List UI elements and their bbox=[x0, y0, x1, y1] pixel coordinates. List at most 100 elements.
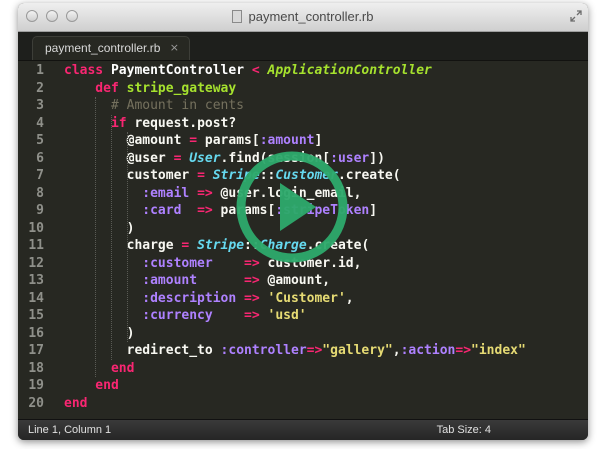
line-number: 13 bbox=[28, 273, 44, 288]
code-token: redirect_to bbox=[64, 343, 221, 358]
line-number: 18 bbox=[28, 360, 44, 376]
line-number-gutter: 1 2 3 4 5 6 7 8 9 10 11 12 13 14 15 16 17 18 19 20 bbox=[18, 61, 54, 420]
code-token: stripe_gateway bbox=[126, 80, 237, 96]
code-token: customer bbox=[64, 168, 198, 183]
code-token: => bbox=[244, 290, 268, 306]
code-token: ] bbox=[314, 133, 323, 148]
code-token: :amount bbox=[64, 273, 245, 288]
status-bar: Line 1, Column 1 Tab Size: 4 bbox=[18, 419, 588, 440]
code-token: :customer bbox=[64, 255, 245, 271]
line-number: 17 bbox=[28, 343, 44, 358]
code-token: => bbox=[306, 343, 323, 358]
tab-label: payment_controller.rb bbox=[45, 41, 161, 55]
line-number: 14 bbox=[28, 290, 44, 306]
fullscreen-icon[interactable] bbox=[570, 10, 582, 22]
code-token: @user bbox=[64, 150, 174, 166]
code-token: end bbox=[64, 378, 119, 393]
code-token: :card bbox=[64, 203, 198, 218]
code-token: ApplicationController bbox=[267, 63, 432, 78]
code-line: redirect_to :controller=>"gallery",:acti… bbox=[64, 342, 526, 360]
code-token: end bbox=[64, 395, 88, 411]
code-token: @amount, bbox=[267, 273, 331, 288]
line-number: 19 bbox=[28, 378, 44, 393]
code-token: = bbox=[189, 133, 205, 148]
code-line: end bbox=[64, 377, 119, 395]
code-line: ) bbox=[64, 325, 135, 343]
code-line: @amount = params[:amount] bbox=[64, 132, 323, 150]
line-number: 20 bbox=[28, 395, 44, 411]
code-token: :action bbox=[400, 343, 456, 358]
line-number: 3 bbox=[36, 98, 44, 113]
indent-guide bbox=[126, 132, 128, 342]
code-line: ) bbox=[64, 220, 135, 238]
code-token: # Amount in cents bbox=[64, 98, 245, 113]
code-token: PaymentController bbox=[110, 63, 252, 78]
code-line: :description => 'Customer', bbox=[64, 290, 354, 308]
code-token: :controller bbox=[220, 343, 307, 358]
code-token: , bbox=[392, 343, 401, 358]
code-token: if bbox=[64, 115, 135, 131]
line-number: 9 bbox=[36, 203, 44, 218]
line-number: 2 bbox=[36, 80, 44, 96]
code-token: = bbox=[173, 150, 190, 166]
code-token: end bbox=[64, 360, 135, 376]
line-number: 5 bbox=[36, 133, 44, 148]
code-token: request.post? bbox=[134, 115, 237, 131]
tab-strip: payment_controller.rb × bbox=[18, 32, 588, 61]
code-token: ) bbox=[64, 220, 135, 236]
tab-close-icon[interactable]: × bbox=[170, 41, 179, 54]
line-number: 4 bbox=[36, 115, 44, 131]
line-number: 8 bbox=[36, 185, 44, 201]
code-line: customer = Stripe::Customer.create( bbox=[64, 167, 401, 185]
code-token: => bbox=[244, 273, 268, 288]
line-number: 10 bbox=[28, 220, 44, 236]
line-number: 11 bbox=[28, 238, 44, 253]
code-token: < bbox=[251, 63, 268, 78]
code-token: :amount bbox=[259, 133, 315, 148]
code-token: => bbox=[244, 308, 268, 323]
code-token: = bbox=[181, 238, 198, 253]
title-bar: payment_controller.rb bbox=[18, 3, 588, 32]
code-token: User bbox=[189, 150, 221, 166]
indent-guide bbox=[95, 97, 97, 377]
code-token: = bbox=[197, 168, 213, 183]
window-title: payment_controller.rb bbox=[18, 9, 588, 24]
code-token: => bbox=[197, 185, 221, 201]
code-line: class PaymentController < ApplicationCon… bbox=[64, 62, 432, 80]
code-token: "gallery" bbox=[322, 343, 393, 358]
window-title-text: payment_controller.rb bbox=[248, 9, 374, 24]
code-line: # Amount in cents bbox=[64, 97, 244, 115]
code-token: => bbox=[455, 343, 472, 358]
line-number: 7 bbox=[36, 168, 44, 183]
code-token: => bbox=[197, 203, 221, 218]
code-token: params[ bbox=[204, 133, 260, 148]
code-line: if request.post? bbox=[64, 115, 236, 133]
code-line: :currency => 'usd' bbox=[64, 307, 307, 325]
code-token: 'Customer' bbox=[267, 290, 346, 306]
code-line: def stripe_gateway bbox=[64, 80, 236, 98]
code-token: :currency bbox=[64, 308, 245, 323]
line-number: 15 bbox=[28, 308, 44, 323]
play-icon[interactable] bbox=[236, 151, 348, 263]
tab-payment-controller[interactable]: payment_controller.rb × bbox=[32, 36, 190, 60]
code-token: charge bbox=[64, 238, 182, 253]
cursor-position: Line 1, Column 1 bbox=[28, 424, 112, 436]
code-token: , bbox=[345, 290, 354, 306]
code-line: :amount => @amount, bbox=[64, 272, 330, 290]
file-icon bbox=[232, 10, 243, 23]
code-token: def bbox=[64, 80, 127, 96]
line-number: 16 bbox=[28, 325, 44, 341]
indent-guide bbox=[110, 114, 112, 360]
code-line: end bbox=[64, 360, 135, 378]
code-token: ]) bbox=[369, 150, 385, 166]
code-line: end bbox=[64, 395, 87, 413]
code-token: :email bbox=[64, 185, 198, 201]
code-token: "index" bbox=[471, 343, 526, 358]
line-number: 6 bbox=[36, 150, 44, 166]
line-number: 12 bbox=[28, 255, 44, 271]
code-token: 'usd' bbox=[267, 308, 307, 323]
tab-size-selector[interactable]: Tab Size: 4 bbox=[437, 424, 491, 436]
code-token: class bbox=[64, 63, 111, 78]
line-number: 1 bbox=[36, 63, 44, 78]
code-token: ] bbox=[369, 203, 378, 218]
